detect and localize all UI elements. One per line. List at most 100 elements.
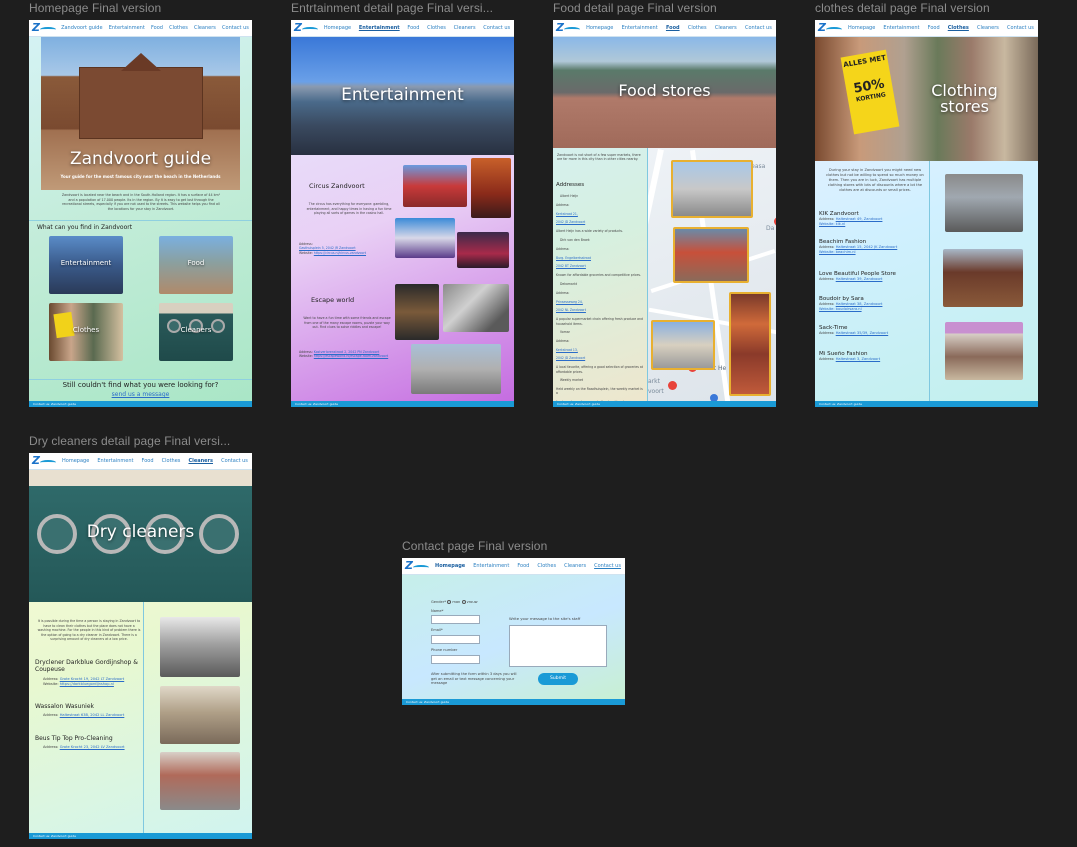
nav-home[interactable]: Homepage xyxy=(435,563,465,569)
submit-button[interactable]: Submit xyxy=(538,673,578,685)
food-item-link[interactable]: 2042 NL Zandvoort xyxy=(556,306,644,315)
nav-cleaners[interactable]: Cleaners xyxy=(188,458,213,464)
message-textarea[interactable] xyxy=(509,625,607,667)
frame-label-contact[interactable]: Contact page Final version xyxy=(402,539,547,553)
map-pin-icon[interactable] xyxy=(668,381,677,390)
nav-cleaners[interactable]: Cleaners xyxy=(977,25,999,31)
dry-address-link[interactable]: Haltestraat 63B, 2042 LL Zandvoort xyxy=(60,713,125,717)
nav-entertainment[interactable]: Entertainment xyxy=(622,25,658,31)
food-item-link[interactable]: Prinsesseweg 24, xyxy=(556,298,644,307)
food-item: Known for affordable groceries and compe… xyxy=(556,273,642,278)
nav-home[interactable]: Homepage xyxy=(586,25,613,31)
tile-clothes[interactable]: Clothes xyxy=(49,303,123,361)
food-item-link[interactable]: Kerkstraat 13, xyxy=(556,346,644,355)
map-pin-icon[interactable] xyxy=(710,394,718,401)
contact-frame[interactable]: Z Homepage Entertainment Food Clothes Cl… xyxy=(402,558,625,705)
nav-food[interactable]: Food xyxy=(142,458,154,464)
nav-contact[interactable]: Contact us xyxy=(1007,25,1034,31)
nav-home[interactable]: Homepage xyxy=(324,25,351,31)
food-frame[interactable]: Z Homepage Entertainment Food Clothes Cl… xyxy=(553,20,776,407)
nav-clothes[interactable]: Clothes xyxy=(537,563,556,569)
tile-cleaners[interactable]: Cleaners xyxy=(159,303,233,361)
nav-home[interactable]: Zandvoort guide xyxy=(61,25,103,31)
store-address-link[interactable]: Haltestraat 38, Zandvoort xyxy=(836,302,883,306)
nav-food[interactable]: Food xyxy=(666,25,680,31)
escape-address-link[interactable]: Kostverlorenstraat 2, 2042 PN Zandvoort xyxy=(314,350,379,354)
nav-cleaners[interactable]: Cleaners xyxy=(194,25,216,31)
nav-cleaners[interactable]: Cleaners xyxy=(454,25,476,31)
nav-contact[interactable]: Contact us xyxy=(745,25,772,31)
store-address-link[interactable]: Haltestraat 15, 2042 JK Zandvoort xyxy=(836,245,898,249)
nav-contact[interactable]: Contact us xyxy=(594,563,621,569)
dry-address-link[interactable]: Grote Krocht 23, 2042 LV Zandvoort xyxy=(60,745,125,749)
frame-label-clothes[interactable]: clothes detail page Final version xyxy=(815,1,990,15)
nav-clothes[interactable]: Clothes xyxy=(688,25,707,31)
nav-clothes[interactable]: Clothes xyxy=(162,458,181,464)
food-item-link[interactable]: Burg. Engelbertsstraat xyxy=(556,254,644,263)
map-pin-icon[interactable] xyxy=(774,217,776,226)
dry-website-link[interactable]: https://darkbluegordijnshop.nl xyxy=(60,682,114,686)
nav-contact[interactable]: Contact us xyxy=(221,458,248,464)
homepage-frame[interactable]: Z Zandvoort guide Entertainment Food Clo… xyxy=(29,20,252,407)
nav-food[interactable]: Food xyxy=(151,25,163,31)
nav-contact[interactable]: Contact us xyxy=(222,25,249,31)
food-item-link[interactable]: 2042 BT Zandvoort xyxy=(556,262,644,271)
footer-text: Contact us: Zandvoort guide xyxy=(33,402,76,406)
phone-input[interactable] xyxy=(431,655,480,664)
frame-label-food[interactable]: Food detail page Final version xyxy=(553,1,717,15)
dry-cleaners-frame[interactable]: Z Homepage Entertainment Food Clothes Cl… xyxy=(29,453,252,839)
nav-entertainment[interactable]: Entertainment xyxy=(109,25,145,31)
store-website-link[interactable]: Website: kik.nl xyxy=(819,222,927,227)
footer: Contact us: Zandvoort guide xyxy=(291,401,514,407)
frame-label-homepage[interactable]: Homepage Final version xyxy=(29,1,161,15)
nav-food[interactable]: Food xyxy=(928,25,940,31)
circus-website-link[interactable]: https://circus.nl/circus-zandvoort xyxy=(314,251,366,255)
nav-cleaners[interactable]: Cleaners xyxy=(715,25,737,31)
food-item-link[interactable]: 2042 JD Zandvoort xyxy=(556,218,644,227)
logo-icon[interactable]: Z xyxy=(556,21,582,35)
nav-food[interactable]: Food xyxy=(517,563,529,569)
dry-address-link[interactable]: Grote Krocht 19, 2042 LT Zandvoort xyxy=(60,677,125,681)
nav-cleaners[interactable]: Cleaners xyxy=(564,563,586,569)
frame-label-entertainment[interactable]: Entrtainment detail page Final versi... xyxy=(291,1,493,15)
store-address-link[interactable]: Haltestraat 35/39, Zandvoort xyxy=(836,331,889,335)
food-item-link[interactable]: 2042 JD Zandvoort xyxy=(556,354,644,363)
circus-address-link[interactable]: Gasthuisplein 5, 2042 JR Zandvoort xyxy=(299,246,356,250)
nav-entertainment[interactable]: Entertainment xyxy=(473,563,509,569)
nav-home[interactable]: Homepage xyxy=(848,25,875,31)
email-input[interactable] xyxy=(431,635,480,644)
store-website-link[interactable]: Website: boudoirsara.nl xyxy=(819,307,927,312)
logo-icon[interactable]: Z xyxy=(32,454,58,468)
nav-clothes[interactable]: Clothes xyxy=(427,25,446,31)
logo-icon[interactable]: Z xyxy=(294,21,320,35)
escape-text: Want to have a fun time with some friend… xyxy=(303,316,391,329)
radio-male[interactable] xyxy=(447,600,452,604)
name-input[interactable] xyxy=(431,615,480,624)
logo-icon[interactable]: Z xyxy=(818,21,844,35)
store-address-link[interactable]: Haltestraat 3, Zandvoort xyxy=(836,357,880,361)
nav-entertainment[interactable]: Entertainment xyxy=(97,458,133,464)
nav-clothes[interactable]: Clothes xyxy=(948,25,969,31)
food-item-link[interactable]: Kerkstraat 21, xyxy=(556,210,644,219)
logo-icon[interactable]: Z xyxy=(32,21,58,35)
send-message-link[interactable]: send us a message xyxy=(29,391,252,398)
tile-entertainment[interactable]: Entertainment xyxy=(49,236,123,294)
logo-icon[interactable]: Z xyxy=(405,559,431,573)
tile-food[interactable]: Food xyxy=(159,236,233,294)
nav-contact[interactable]: Contact us xyxy=(483,25,510,31)
dry-intro: It is possible during the time a person … xyxy=(37,619,141,641)
frame-label-dry-cleaners[interactable]: Dry cleaners detail page Final versi... xyxy=(29,434,230,448)
nav-clothes[interactable]: Clothes xyxy=(169,25,188,31)
nav-home[interactable]: Homepage xyxy=(62,458,89,464)
store-address-link[interactable]: Haltestraat 39, Zandvoort xyxy=(836,277,883,281)
escape-website-link[interactable]: https://escapeworld.nl/escape-room-zandv… xyxy=(314,354,388,358)
radio-female[interactable] xyxy=(461,600,466,604)
clothes-frame[interactable]: Z Homepage Entertainment Food Clothes Cl… xyxy=(815,20,1038,407)
store-website-link[interactable]: Website: beachim.nl xyxy=(819,250,927,255)
nav-food[interactable]: Food xyxy=(407,25,419,31)
name-label: Name* xyxy=(431,609,444,613)
nav-entertainment[interactable]: Entertainment xyxy=(359,25,400,31)
store-address-link[interactable]: Haltestraat 49, Zandvoort xyxy=(836,217,883,221)
nav-entertainment[interactable]: Entertainment xyxy=(883,25,919,31)
entertainment-frame[interactable]: Z Homepage Entertainment Food Clothes Cl… xyxy=(291,20,514,407)
